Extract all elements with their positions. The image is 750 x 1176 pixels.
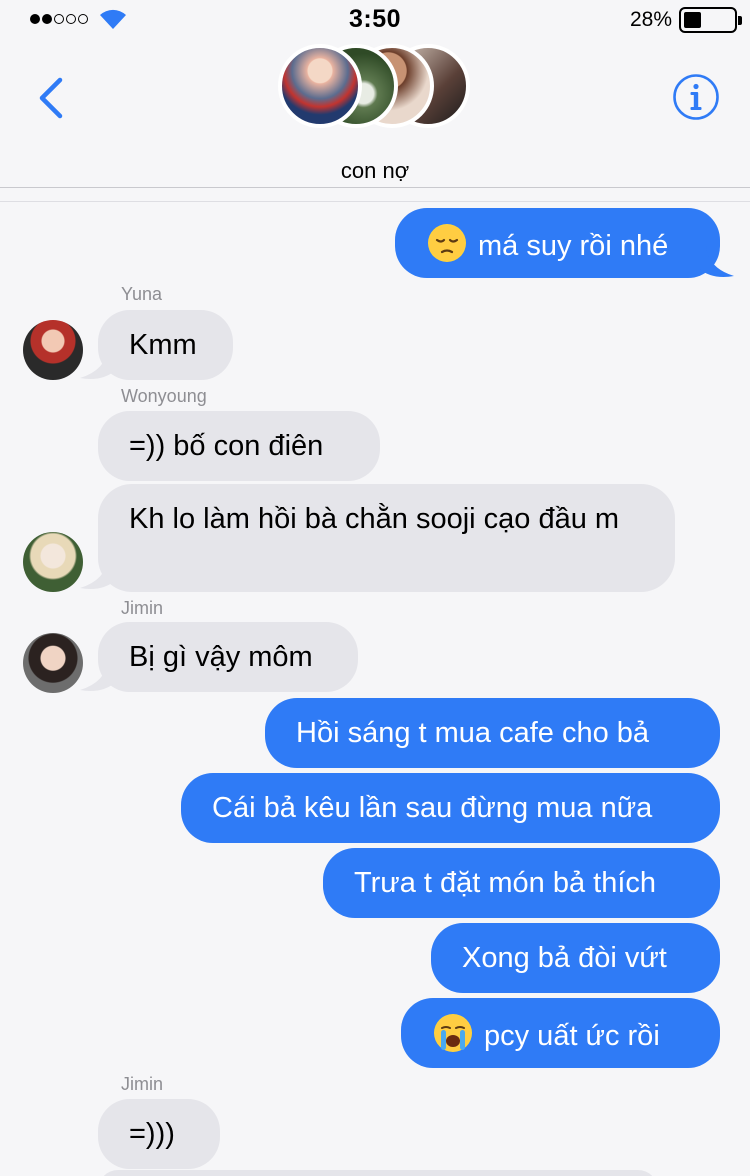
message-text: Kh lo làm hồi bà chằn sooji cạo đầu m (129, 503, 620, 535)
sender-name: Jimin (121, 598, 164, 618)
chevron-left-icon[interactable] (32, 76, 72, 120)
battery-icon (679, 7, 742, 33)
battery-percentage: 28% (629, 8, 672, 31)
header-divider (0, 201, 750, 202)
bubble-tail (80, 558, 116, 589)
message-text: Trưa t đặt món bả thích (354, 867, 657, 899)
header-divider (0, 187, 750, 188)
message-bubble-incoming[interactable]: Kmm (98, 310, 233, 380)
sender-avatar[interactable] (23, 532, 83, 592)
message-text: =))) (129, 1118, 175, 1150)
message-bubble-incoming[interactable]: Kh lo làm hồi bà chằn sooji cạo đầu m (98, 484, 675, 592)
bubble-tail (80, 660, 116, 691)
message-bubble-incoming[interactable]: =))) (98, 1099, 220, 1169)
sender-avatar[interactable] (23, 633, 83, 693)
message-text: Cái bả kêu lần sau đừng mua nữa (212, 792, 653, 824)
message-text: Xong bả đòi vứt (462, 942, 667, 974)
pensive-face-emoji-icon (428, 224, 466, 262)
bubble-tail (80, 348, 116, 379)
sender-name: Wonyoung (121, 386, 207, 406)
message-text: =)) bố con điên (129, 430, 324, 462)
info-icon[interactable] (672, 73, 720, 121)
bubble-tail (698, 246, 734, 277)
message-text: pcy uất ức rồi (484, 1020, 660, 1052)
sender-name: Jimin (121, 1074, 164, 1094)
message-text: Hồi sáng t mua cafe cho bả (296, 717, 650, 749)
message-bubble-outgoing[interactable]: Hồi sáng t mua cafe cho bả (265, 698, 720, 768)
status-bar: 3:50 28% (0, 0, 750, 40)
message-bubble-outgoing[interactable]: má suy rồi nhé (395, 208, 720, 278)
message-text: Kmm (129, 329, 197, 361)
crying-face-emoji-icon (434, 1014, 472, 1052)
message-bubble-incoming[interactable]: =)) bố con điên (98, 411, 380, 481)
sender-name: Yuna (121, 284, 163, 304)
message-bubble-outgoing[interactable]: Cái bả kêu lần sau đừng mua nữa (181, 773, 720, 843)
message-text: Bị gì vậy môm (129, 641, 313, 673)
thread-title: con nợ (340, 158, 410, 183)
message-bubble-outgoing[interactable]: pcy uất ức rồi (401, 998, 720, 1068)
group-member-avatar (278, 44, 362, 128)
group-avatar-stack[interactable] (278, 44, 478, 128)
message-bubble-incoming[interactable] (98, 1170, 658, 1176)
message-bubble-outgoing[interactable]: Xong bả đòi vứt (431, 923, 720, 993)
sender-avatar[interactable] (23, 320, 83, 380)
message-text: má suy rồi nhé (478, 230, 669, 262)
message-bubble-outgoing[interactable]: Trưa t đặt món bả thích (323, 848, 720, 918)
message-bubble-incoming[interactable]: Bị gì vậy môm (98, 622, 358, 692)
